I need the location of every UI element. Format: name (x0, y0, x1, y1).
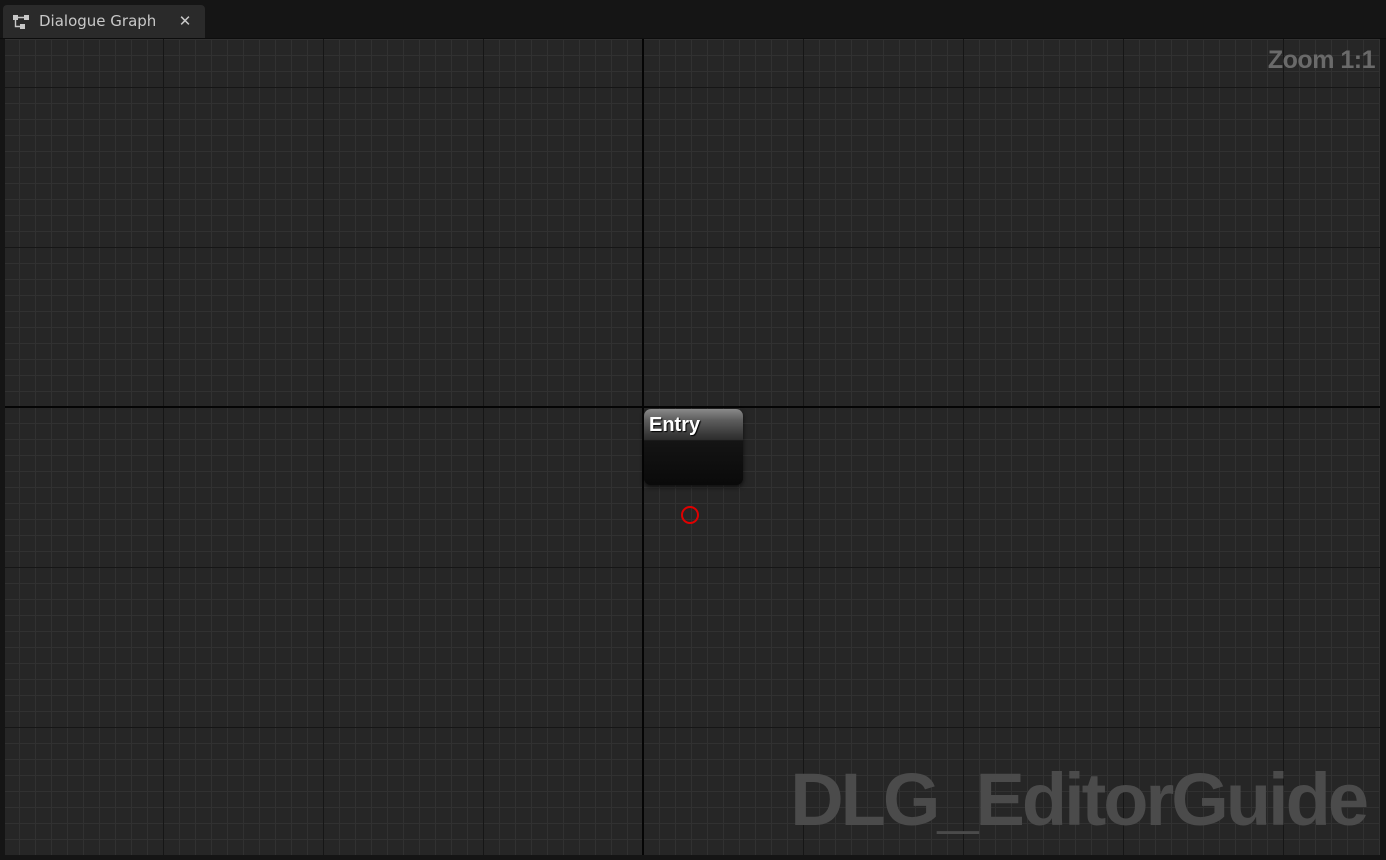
entry-output-pin[interactable] (681, 506, 699, 524)
entry-node[interactable]: Entry (644, 409, 743, 485)
graph-watermark: DLG_EditorGuide (790, 758, 1369, 841)
graph-icon (13, 15, 29, 29)
origin-axis-horizontal (5, 406, 1380, 408)
tab-dialogue-graph[interactable]: Dialogue Graph ✕ (3, 5, 205, 38)
entry-node-title: Entry (649, 414, 701, 436)
zoom-level-label: Zoom 1:1 (1267, 46, 1376, 74)
entry-node-header: Entry (644, 409, 743, 441)
tab-label: Dialogue Graph (39, 12, 157, 30)
tab-bar: Dialogue Graph ✕ (0, 0, 1386, 39)
entry-node-body (644, 441, 743, 485)
close-icon[interactable]: ✕ (173, 10, 197, 32)
graph-canvas[interactable]: Zoom 1:1 DLG_EditorGuide Entry (5, 39, 1380, 855)
